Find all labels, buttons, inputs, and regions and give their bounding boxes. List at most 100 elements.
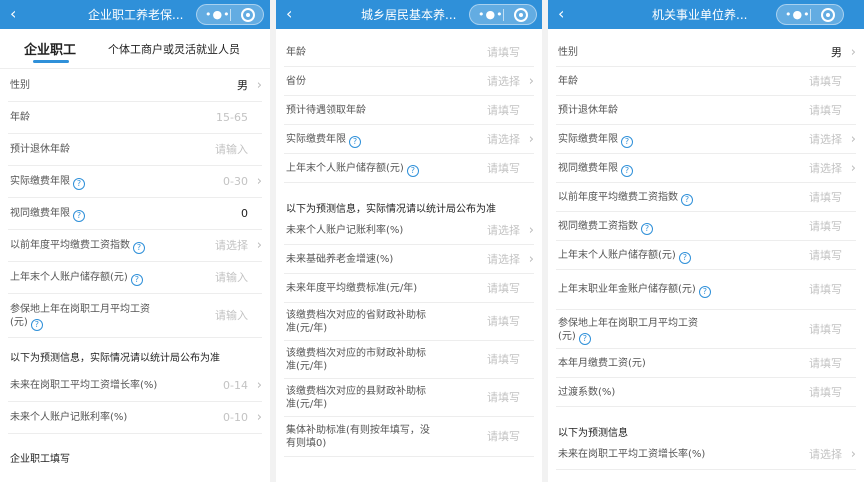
question-circle-icon[interactable]: ? [681,193,693,206]
form-row[interactable]: 年龄 请填写 [284,38,534,67]
field-value[interactable]: 请填写 [809,75,842,88]
form-row[interactable]: 上年末职业年金账户储存额(元)? 请填写 [556,270,856,310]
question-circle-icon[interactable]: ? [73,178,85,190]
field-value[interactable]: 0-10 [223,411,248,424]
field-value[interactable]: 请填写 [487,46,520,59]
question-circle-icon[interactable]: ? [406,164,419,177]
form-row[interactable]: 性别 男 › [556,38,856,67]
tab-enterprise-employee[interactable]: 企业职工 [24,39,76,58]
form-row[interactable]: 预计待遇领取年龄 请填写 [284,96,534,125]
more-dots-icon[interactable]: •●• [785,6,811,23]
form-row[interactable]: 上年末个人账户储存额(元)? 请输入 [8,262,262,294]
capsule-close-icon[interactable] [821,8,835,22]
question-circle-icon[interactable]: ? [578,332,591,345]
field-value[interactable]: 请输入 [215,271,248,284]
field-value[interactable]: 男 [831,46,842,59]
form-row[interactable]: 集体补助标准(有则按年填写，没 有则填0) 请填写 [284,417,534,457]
form-row[interactable]: 上年末个人账户储存额(元)? 请填写 [556,241,856,270]
capsule-close-icon[interactable] [514,8,528,22]
form-row[interactable]: 以前年度平均缴费工资指数? 请填写 [556,183,856,212]
form-row[interactable]: 视同缴费年限? 0 [8,198,262,230]
question-circle-icon[interactable]: ? [73,210,85,222]
field-value[interactable]: 请选择 [487,133,520,146]
field-value[interactable]: 请填写 [809,323,842,336]
field-value[interactable]: 15-65 [216,111,248,124]
form-row[interactable]: 预计退休年龄 请填写 [556,96,856,125]
question-circle-icon[interactable]: ? [621,164,633,177]
field-value[interactable]: 请填写 [487,315,520,328]
capsule-close-icon[interactable] [241,8,255,22]
back-chevron-left-icon[interactable]: ‹ [558,4,564,24]
question-circle-icon[interactable]: ? [30,319,43,331]
question-circle-icon[interactable]: ? [133,242,145,254]
form-row[interactable]: 以前年度平均缴费工资指数? 请选择 › [8,230,262,262]
chevron-right-icon: › [528,251,534,267]
form-row[interactable]: 年龄 请填写 [556,67,856,96]
form-row[interactable]: 参保地上年在岗职工月平均工资 (元)? 请输入 [8,294,262,338]
field-value[interactable]: 请填写 [487,162,520,175]
more-dots-icon[interactable]: •●• [205,6,231,23]
field-value[interactable]: 0-30 [223,175,248,188]
question-circle-icon[interactable]: ? [698,286,711,298]
tab-self-employed[interactable]: 个体工商户或灵活就业人员 [108,41,240,57]
field-value[interactable]: 请填写 [809,283,842,296]
field-label-text: 性别 [558,46,578,58]
field-value[interactable]: 请选择 [215,239,248,252]
more-dots-icon[interactable]: •●• [478,6,504,23]
field-value[interactable]: 请选择 [809,162,842,175]
form-row[interactable]: 该缴费档次对应的市财政补助标 准(元/年) 请填写 [284,341,534,379]
field-value[interactable]: 请填写 [487,391,520,404]
field-value[interactable]: 请填写 [487,430,520,443]
field-label: 未来基础养老金增速(%) [286,253,393,266]
field-label: 该缴费档次对应的省财政补助标 准(元/年) [286,309,426,335]
field-label-text: 省份 [286,75,306,87]
form-row[interactable]: 未来个人账户记账利率(%) 0-10 › [8,402,262,434]
form-row[interactable]: 未来在岗职工平均工资增长率(%) 请选择 › [556,440,856,470]
form-row[interactable]: 过渡系数(%) 请填写 [556,378,856,407]
field-value[interactable]: 请填写 [487,104,520,117]
form-row[interactable]: 实际缴费年限? 请选择 › [284,125,534,154]
field-value[interactable]: 0 [241,207,248,220]
form-row[interactable]: 本年月缴费工资(元) 请填写 [556,349,856,378]
back-chevron-left-icon[interactable]: ‹ [10,4,16,24]
field-value[interactable]: 请选择 [487,75,520,88]
field-value[interactable]: 请选择 [487,224,520,237]
field-value[interactable]: 请填写 [809,104,842,117]
form-row[interactable]: 预计退休年龄 请输入 [8,134,262,166]
question-circle-icon[interactable]: ? [641,222,653,235]
form-row[interactable]: 未来年度平均缴费标准(元/年) 请填写 [284,274,534,303]
form-row[interactable]: 实际缴费年限? 0-30 › [8,166,262,198]
form-row[interactable]: 该缴费档次对应的省财政补助标 准(元/年) 请填写 [284,303,534,341]
form-row[interactable]: 参保地上年在岗职工月平均工资 (元)? 请填写 [556,310,856,349]
form-row[interactable]: 省份 请选择 › [284,67,534,96]
form-row[interactable]: 视同缴费工资指数? 请填写 [556,212,856,241]
form-row[interactable]: 性别 男 › [8,70,262,102]
form-row[interactable]: 视同缴费年限? 请选择 › [556,154,856,183]
field-value[interactable]: 请输入 [215,143,248,156]
field-value[interactable]: 请填写 [809,357,842,370]
form-row[interactable]: 该缴费档次对应的县财政补助标 准(元/年) 请填写 [284,379,534,417]
form-row[interactable]: 未来基础养老金增速(%) 请选择 › [284,245,534,274]
form-row[interactable]: 未来个人账户记账利率(%) 请选择 › [284,216,534,245]
back-chevron-left-icon[interactable]: ‹ [286,4,292,24]
question-circle-icon[interactable]: ? [621,135,633,148]
form-row[interactable]: 实际缴费年限? 请选择 › [556,125,856,154]
field-value[interactable]: 请填写 [809,249,842,262]
form-row[interactable]: 年龄 15-65 [8,102,262,134]
field-value[interactable]: 男 [237,79,248,92]
form-row[interactable]: 上年末个人账户储存额(元)? 请填写 [284,154,534,183]
field-value[interactable]: 请填写 [487,353,520,366]
field-value[interactable]: 请填写 [809,220,842,233]
field-value[interactable]: 请选择 [809,133,842,146]
field-value[interactable]: 请填写 [487,282,520,295]
field-value[interactable]: 请选择 [809,448,842,461]
form-row[interactable]: 未来在岗职工平均工资增长率(%) 0-14 › [8,370,262,402]
field-value[interactable]: 请填写 [809,386,842,399]
field-value[interactable]: 请选择 [487,253,520,266]
field-value[interactable]: 请填写 [809,191,842,204]
question-circle-icon[interactable]: ? [130,274,143,286]
field-value[interactable]: 0-14 [223,379,248,392]
question-circle-icon[interactable]: ? [349,135,361,148]
field-value[interactable]: 请输入 [215,309,248,322]
question-circle-icon[interactable]: ? [678,251,691,264]
